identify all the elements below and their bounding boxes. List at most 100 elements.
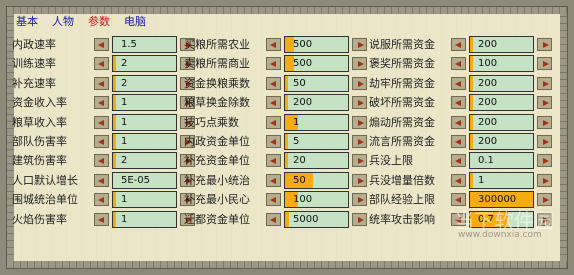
- parameter-row: 补充资金单位 20: [184, 152, 367, 170]
- arrow-left-icon[interactable]: [266, 116, 281, 129]
- arrow-right-icon[interactable]: [352, 213, 367, 226]
- arrow-left-icon[interactable]: [451, 116, 466, 129]
- value-fill-bar: [113, 115, 117, 130]
- arrow-right-icon[interactable]: [352, 77, 367, 90]
- arrow-left-icon[interactable]: [266, 174, 281, 187]
- arrow-left-icon[interactable]: [266, 96, 281, 109]
- arrow-right-icon[interactable]: [352, 135, 367, 148]
- parameter-value-field[interactable]: 100: [469, 55, 534, 72]
- parameter-value-field[interactable]: 200: [284, 94, 349, 111]
- arrow-left-icon[interactable]: [451, 154, 466, 167]
- arrow-right-icon[interactable]: [537, 57, 552, 70]
- arrow-left-icon[interactable]: [451, 174, 466, 187]
- arrow-left-icon[interactable]: [266, 193, 281, 206]
- parameter-value-field[interactable]: 5000: [284, 211, 349, 228]
- parameter-value-field[interactable]: 1: [469, 172, 534, 189]
- parameter-value: 200: [293, 97, 313, 108]
- arrow-left-icon[interactable]: [451, 57, 466, 70]
- parameter-value-field[interactable]: 1: [112, 94, 177, 111]
- tab-parameters[interactable]: 参数: [84, 13, 120, 31]
- arrow-right-icon[interactable]: [537, 135, 552, 148]
- arrow-left-icon[interactable]: [94, 193, 109, 206]
- parameter-value-field[interactable]: 2: [112, 152, 177, 169]
- arrow-right-icon[interactable]: [537, 213, 552, 226]
- parameter-value-field[interactable]: 500: [284, 55, 349, 72]
- parameter-value-field[interactable]: 200: [469, 75, 534, 92]
- arrow-left-icon[interactable]: [94, 77, 109, 90]
- arrow-left-icon[interactable]: [451, 96, 466, 109]
- parameter-value-field[interactable]: 1.5: [112, 36, 177, 53]
- arrow-left-icon[interactable]: [266, 57, 281, 70]
- parameter-label: 兵没上限: [369, 154, 413, 167]
- arrow-right-icon[interactable]: [537, 96, 552, 109]
- parameter-value-field[interactable]: 1: [112, 133, 177, 150]
- arrow-right-icon[interactable]: [352, 57, 367, 70]
- tab-computer[interactable]: 电脑: [120, 13, 156, 31]
- parameter-value-field[interactable]: 1: [112, 114, 177, 131]
- arrow-left-icon[interactable]: [94, 96, 109, 109]
- arrow-left-icon[interactable]: [266, 213, 281, 226]
- arrow-left-icon[interactable]: [451, 77, 466, 90]
- arrow-right-icon[interactable]: [352, 38, 367, 51]
- parameter-value: 20: [293, 155, 306, 166]
- parameter-value-field[interactable]: 2: [112, 55, 177, 72]
- parameter-label: 内政速率: [12, 38, 56, 51]
- arrow-left-icon[interactable]: [451, 135, 466, 148]
- value-fill-bar: [470, 56, 474, 71]
- parameter-value-field[interactable]: 1: [284, 114, 349, 131]
- parameter-value-field[interactable]: 5E-05: [112, 172, 177, 189]
- arrow-right-icon[interactable]: [537, 193, 552, 206]
- arrow-left-icon[interactable]: [94, 116, 109, 129]
- parameter-value-field[interactable]: 1: [112, 211, 177, 228]
- arrow-left-icon[interactable]: [94, 38, 109, 51]
- parameter-value-field[interactable]: 200: [469, 133, 534, 150]
- parameter-value-field[interactable]: 500: [284, 36, 349, 53]
- parameter-row: 卖粮所需商业 500: [184, 55, 367, 73]
- tab-basic[interactable]: 基本: [12, 13, 48, 31]
- arrow-right-icon[interactable]: [537, 154, 552, 167]
- parameter-value: 200: [478, 117, 498, 128]
- parameter-value-field[interactable]: 5: [284, 133, 349, 150]
- tab-characters[interactable]: 人物: [48, 13, 84, 31]
- parameter-value-field[interactable]: 200: [469, 114, 534, 131]
- parameter-value: 200: [478, 78, 498, 89]
- parameter-value-field[interactable]: 1: [112, 191, 177, 208]
- parameter-value-field[interactable]: 20: [284, 152, 349, 169]
- arrow-right-icon[interactable]: [352, 96, 367, 109]
- arrow-right-icon[interactable]: [352, 116, 367, 129]
- arrow-left-icon[interactable]: [94, 154, 109, 167]
- parameter-row: 流言所需资金 200: [369, 133, 552, 151]
- arrow-left-icon[interactable]: [266, 154, 281, 167]
- arrow-right-icon[interactable]: [352, 154, 367, 167]
- arrow-left-icon[interactable]: [266, 135, 281, 148]
- arrow-left-icon[interactable]: [451, 213, 466, 226]
- parameter-value-field[interactable]: 200: [469, 36, 534, 53]
- tab-bar: 基本 人物 参数 电脑: [12, 13, 156, 31]
- parameter-value-field[interactable]: 0.7: [469, 211, 534, 228]
- parameter-value-field[interactable]: 0.1: [469, 152, 534, 169]
- arrow-left-icon[interactable]: [451, 38, 466, 51]
- arrow-left-icon[interactable]: [266, 38, 281, 51]
- arrow-left-icon[interactable]: [266, 77, 281, 90]
- arrow-right-icon[interactable]: [352, 174, 367, 187]
- parameter-label: 人口默认增长: [12, 174, 78, 187]
- arrow-right-icon[interactable]: [537, 116, 552, 129]
- arrow-left-icon[interactable]: [94, 174, 109, 187]
- arrow-left-icon[interactable]: [451, 193, 466, 206]
- arrow-right-icon[interactable]: [537, 38, 552, 51]
- arrow-right-icon[interactable]: [537, 174, 552, 187]
- parameter-row: 粮草收入率 1: [12, 114, 195, 132]
- arrow-left-icon[interactable]: [94, 57, 109, 70]
- arrow-left-icon[interactable]: [94, 213, 109, 226]
- parameter-label: 破坏所需资金: [369, 96, 435, 109]
- parameter-value-field[interactable]: 50: [284, 75, 349, 92]
- arrow-right-icon[interactable]: [352, 193, 367, 206]
- arrow-left-icon[interactable]: [94, 135, 109, 148]
- parameter-value-field[interactable]: 100: [284, 191, 349, 208]
- parameter-row: 褒奖所需资金 100: [369, 55, 552, 73]
- parameter-value-field[interactable]: 50: [284, 172, 349, 189]
- parameter-value-field[interactable]: 300000: [469, 191, 534, 208]
- parameter-value-field[interactable]: 2: [112, 75, 177, 92]
- parameter-value-field[interactable]: 200: [469, 94, 534, 111]
- arrow-right-icon[interactable]: [537, 77, 552, 90]
